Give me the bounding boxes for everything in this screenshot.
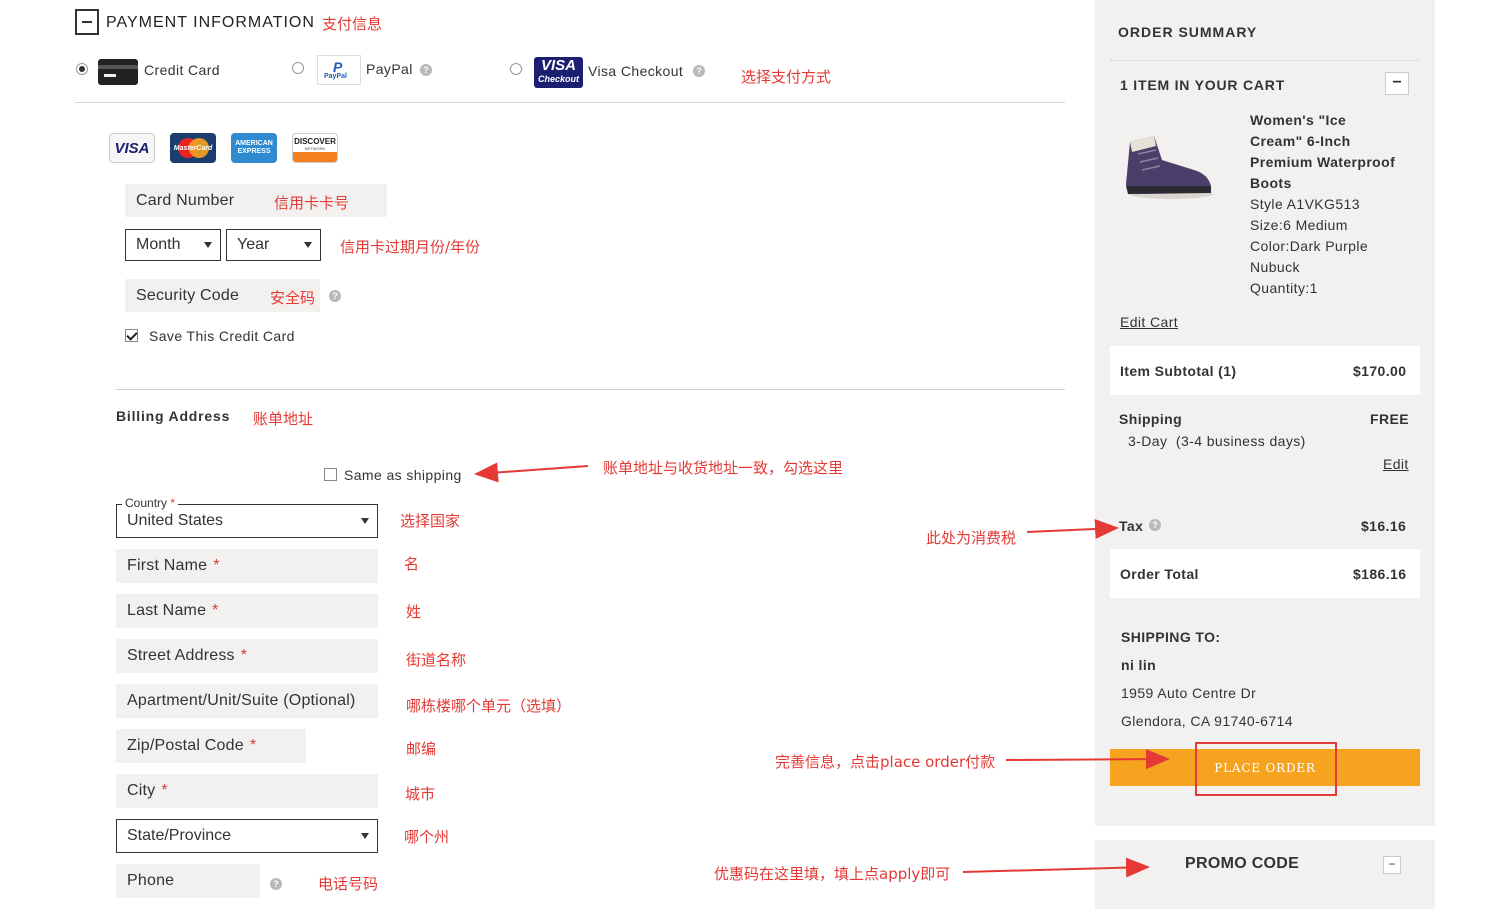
arrow-tax <box>1026 518 1119 539</box>
arrow-promo <box>962 857 1150 878</box>
arrow-place-order <box>1005 749 1170 770</box>
arrow-same-as-shipping <box>474 462 589 483</box>
annotation-arrows <box>474 462 1170 878</box>
